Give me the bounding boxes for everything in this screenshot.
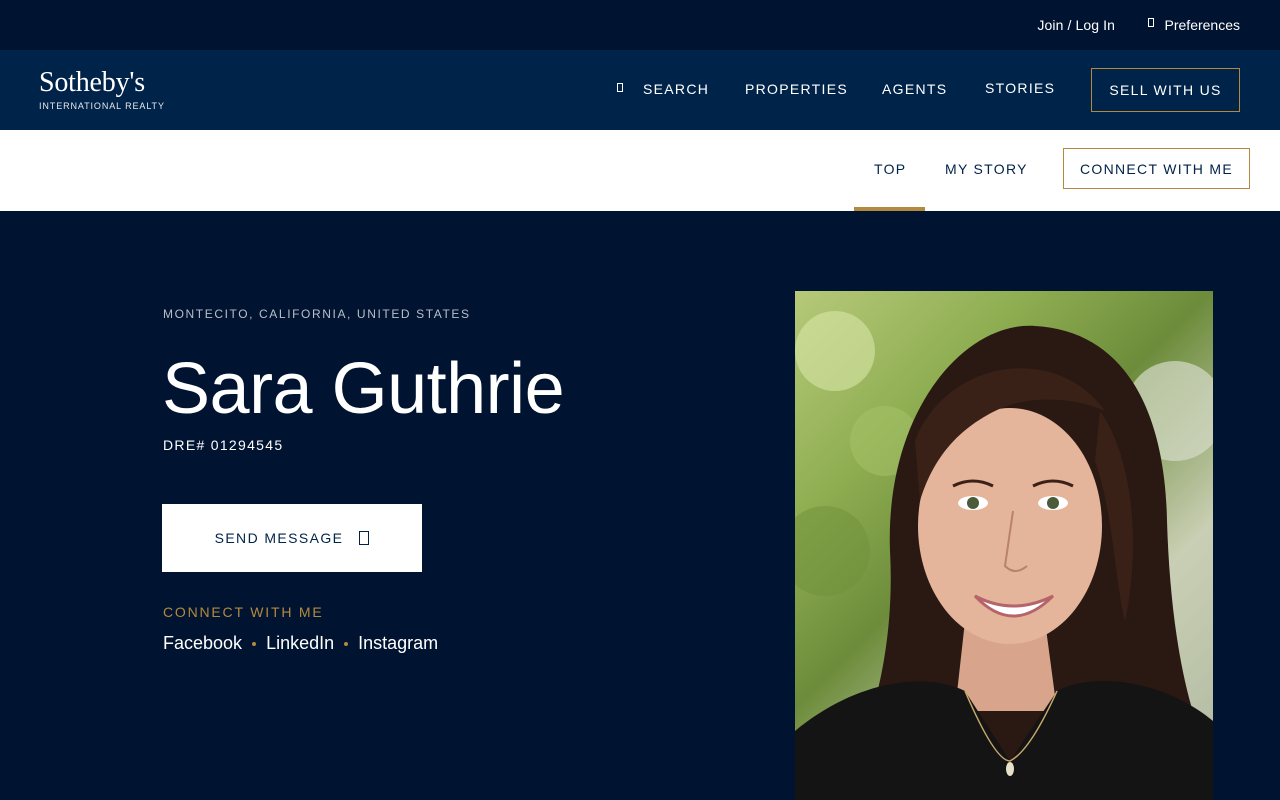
logo-wordmark: Sotheby's	[39, 67, 145, 98]
linkedin-link[interactable]: LinkedIn	[266, 633, 334, 654]
send-message-button[interactable]: SEND MESSAGE	[162, 504, 422, 572]
facebook-link[interactable]: Facebook	[163, 633, 242, 654]
tab-my-story[interactable]: MY STORY	[945, 161, 1028, 177]
instagram-link[interactable]: Instagram	[358, 633, 438, 654]
nav-stories[interactable]: STORIES	[985, 80, 1055, 96]
connect-heading: CONNECT WITH ME	[163, 604, 324, 620]
main-nav: Sotheby's INTERNATIONAL REALTY SEARCH PR…	[0, 50, 1280, 130]
utility-bar: Join / Log In Preferences	[0, 0, 1280, 50]
sell-with-us-button[interactable]: SELL WITH US	[1091, 68, 1240, 112]
send-message-label: SEND MESSAGE	[214, 530, 344, 546]
preferences-link[interactable]: Preferences	[1147, 17, 1240, 33]
tab-top[interactable]: TOP	[874, 161, 906, 177]
portrait-illustration	[795, 311, 1213, 800]
nav-search-label: SEARCH	[643, 81, 710, 97]
separator-dot	[344, 641, 349, 646]
nav-properties[interactable]: PROPERTIES	[745, 81, 848, 97]
agent-portrait	[795, 291, 1213, 800]
agent-subnav: TOP MY STORY CONNECT WITH ME	[0, 130, 1280, 211]
join-login-link[interactable]: Join / Log In	[1037, 17, 1115, 33]
agent-location: MONTECITO, CALIFORNIA, UNITED STATES	[163, 307, 471, 321]
separator-dot	[252, 641, 257, 646]
agent-name: Sara Guthrie	[162, 349, 565, 429]
search-icon	[617, 82, 623, 92]
connect-with-me-button[interactable]: CONNECT WITH ME	[1063, 148, 1250, 189]
nav-agents[interactable]: AGENTS	[882, 81, 947, 97]
social-links: Facebook LinkedIn Instagram	[163, 633, 438, 654]
nav-search[interactable]: SEARCH	[617, 81, 709, 97]
preferences-label: Preferences	[1164, 17, 1240, 33]
agent-hero: MONTECITO, CALIFORNIA, UNITED STATES Sar…	[0, 211, 1280, 800]
agent-license: DRE# 01294545	[163, 437, 284, 453]
logo-subtitle: INTERNATIONAL REALTY	[39, 101, 165, 111]
message-icon	[359, 531, 370, 545]
preferences-icon	[1147, 18, 1154, 27]
sothebys-logo[interactable]: Sotheby's INTERNATIONAL REALTY	[39, 67, 165, 112]
